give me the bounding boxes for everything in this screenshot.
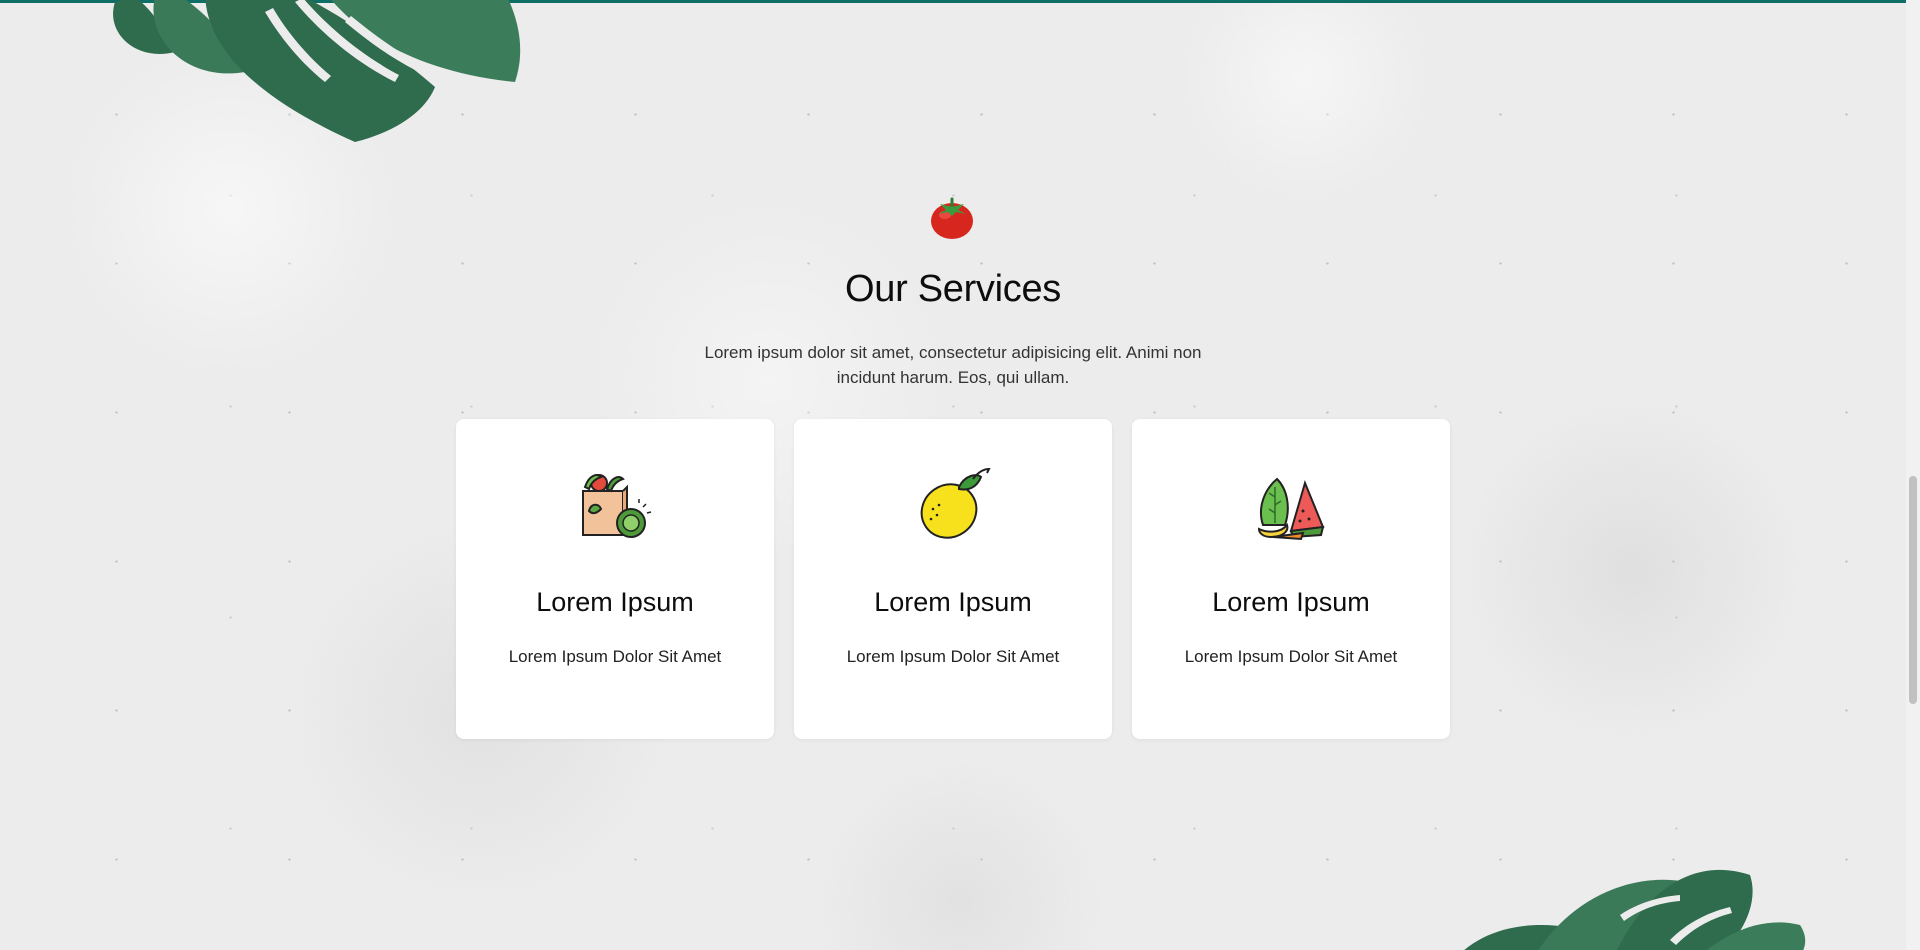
service-card-text: Lorem Ipsum Dolor Sit Amet <box>508 647 722 666</box>
services-section: Our Services Lorem ipsum dolor sit amet,… <box>0 0 1906 950</box>
section-title: Our Services <box>844 268 1061 310</box>
grocery-bag-icon <box>582 474 652 538</box>
section-description: Lorem ipsum dolor sit amet, consectetur … <box>704 343 1202 387</box>
scrollbar-thumb[interactable] <box>1909 476 1917 704</box>
service-card-text: Lorem Ipsum Dolor Sit Amet <box>846 647 1060 666</box>
tomato-icon <box>931 197 973 239</box>
service-card-title: Lorem Ipsum <box>874 587 1032 617</box>
service-card-text: Lorem Ipsum Dolor Sit Amet <box>1184 647 1398 666</box>
service-card-title: Lorem Ipsum <box>1212 587 1370 617</box>
service-card[interactable]: Lorem Ipsum Lorem Ipsum Dolor Sit Amet <box>1132 419 1450 739</box>
lemon-icon <box>920 467 991 539</box>
services-cards: Lorem Ipsum Lorem Ipsum Dolor Sit Amet L… <box>456 419 1450 739</box>
service-card[interactable]: Lorem Ipsum Lorem Ipsum Dolor Sit Amet <box>794 419 1112 739</box>
service-card[interactable]: Lorem Ipsum Lorem Ipsum Dolor Sit Amet <box>456 419 774 739</box>
page-scrollbar[interactable] <box>1906 0 1920 950</box>
service-card-title: Lorem Ipsum <box>536 587 694 617</box>
fruits-vegetables-icon <box>1257 477 1325 541</box>
